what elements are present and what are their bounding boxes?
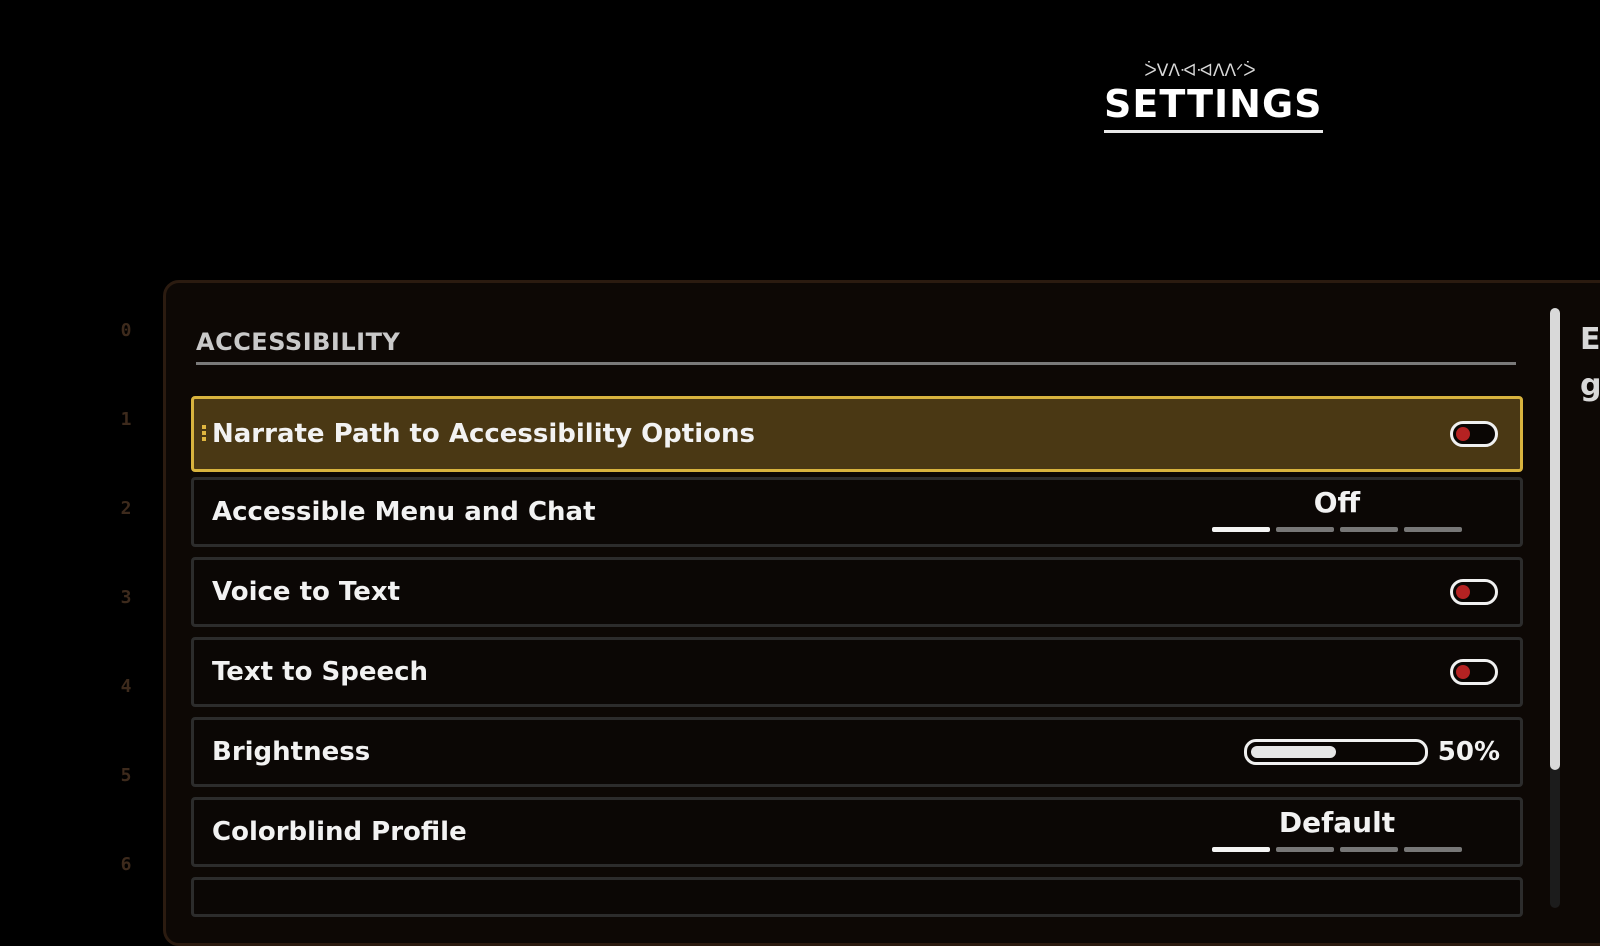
description-text-fragment: g [1580,368,1600,403]
setting-label: Voice to Text [212,577,401,607]
setting-row-brightness[interactable]: Brightness 50% [191,717,1523,787]
toggle-knob [1456,427,1470,441]
toggle-knob [1456,665,1470,679]
selector-segments [1212,847,1462,852]
narrate-path-toggle[interactable] [1450,421,1498,447]
selector-value: Off [1313,486,1361,519]
section-divider [196,362,1516,365]
setting-row-colorblind-profile[interactable]: Colorblind Profile Default [191,797,1523,867]
side-index-number: 0 [120,320,132,341]
setting-row-voice-to-text[interactable]: Voice to Text [191,557,1523,627]
side-index-number: 5 [120,765,132,786]
scrollbar-thumb[interactable] [1550,308,1560,770]
side-index-number: 2 [120,498,132,519]
text-to-speech-toggle[interactable] [1450,659,1498,685]
segment-indicator [1340,847,1398,852]
segment-indicator [1212,847,1270,852]
toggle-knob [1456,585,1470,599]
accessible-menu-selector[interactable]: Off [1212,486,1462,542]
side-index-number: 3 [120,587,132,608]
side-index-number: 4 [120,676,132,697]
setting-row-accessible-menu[interactable]: Accessible Menu and Chat Off [191,477,1523,547]
segment-indicator [1404,527,1462,532]
side-index-number: 1 [120,409,132,430]
setting-row-text-to-speech[interactable]: Text to Speech [191,637,1523,707]
selector-segments [1212,527,1462,532]
segment-indicator [1276,527,1334,532]
segment-indicator [1404,847,1462,852]
setting-label: Narrate Path to Accessibility Options [212,419,755,449]
setting-label: Accessible Menu and Chat [212,497,596,527]
setting-label: Brightness [212,737,371,767]
side-index-number: 6 [120,854,132,875]
selection-marker-icon [202,425,206,443]
page-title: SETTINGS [1104,82,1323,133]
voice-to-text-toggle[interactable] [1450,579,1498,605]
segment-indicator [1212,527,1270,532]
setting-label: Colorblind Profile [212,817,467,847]
colorblind-profile-selector[interactable]: Default [1212,806,1462,862]
segment-indicator [1276,847,1334,852]
description-text-fragment: E [1580,322,1600,357]
setting-label: Text to Speech [212,657,429,687]
selector-value: Default [1278,806,1396,839]
segment-indicator [1340,527,1398,532]
slider-fill [1251,746,1336,758]
setting-row-next[interactable] [191,877,1523,917]
settings-header: ᐴᐯᐱᐗᐗᐱᐱᐟᐴ SETTINGS [1104,60,1323,133]
alien-script-title: ᐴᐯᐱᐗᐗᐱᐱᐟᐴ [1144,61,1256,81]
brightness-slider[interactable] [1244,739,1428,765]
section-title: ACCESSIBILITY [196,328,401,356]
brightness-value: 50% [1437,737,1500,767]
setting-row-narrate-path[interactable]: Narrate Path to Accessibility Options [191,396,1523,472]
